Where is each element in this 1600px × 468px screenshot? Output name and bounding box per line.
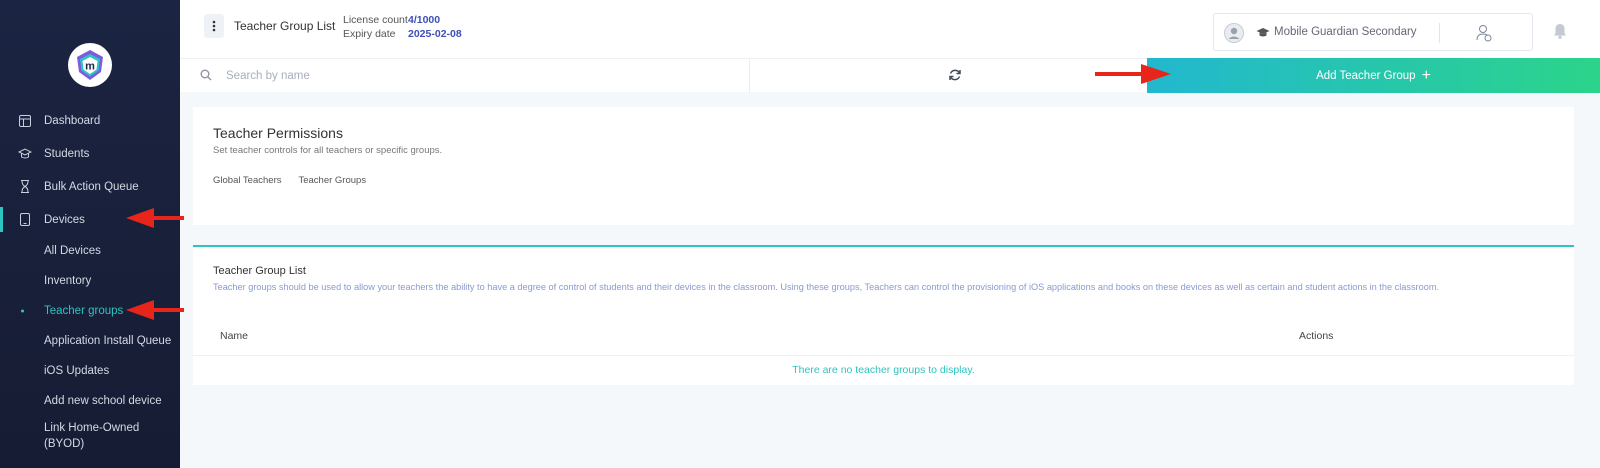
plus-icon: +: [1421, 66, 1431, 84]
action-bar: Add Teacher Group +: [180, 58, 1600, 93]
mobile-guardian-logo[interactable]: m: [68, 43, 112, 87]
sidebar-subitem-label: Add new school device: [44, 395, 162, 407]
sidebar-item-label: Bulk Action Queue: [44, 180, 139, 193]
column-header-actions: Actions: [1299, 330, 1334, 342]
action-bar-divider: [749, 59, 750, 93]
empty-state-message: There are no teacher groups to display.: [792, 364, 975, 376]
license-labels: License count Expiry date: [343, 13, 408, 41]
sidebar-subitem-label: All Devices: [44, 245, 101, 257]
sidebar-subitem-inventory[interactable]: Inventory: [0, 266, 180, 296]
annotation-arrow-icon: [1095, 64, 1171, 84]
sidebar-subitem-label: Teacher groups: [44, 305, 124, 317]
page-title: Teacher Group List: [234, 19, 336, 33]
permissions-description: Set teacher controls for all teachers or…: [213, 145, 443, 156]
sidebar-item-label: Devices: [44, 213, 85, 226]
hourglass-icon: [18, 180, 32, 194]
group-list-title: Teacher Group List: [213, 265, 306, 277]
license-values: 4/1000 2025-02-08: [408, 13, 462, 41]
sidebar-subitem-label: iOS Updates: [44, 365, 110, 377]
active-dot-icon: [21, 309, 24, 313]
permissions-title: Teacher Permissions: [213, 125, 343, 141]
sidebar-subitem-label: Application Install Queue: [44, 335, 172, 347]
tablet-icon: [18, 213, 32, 227]
sidebar-item-students[interactable]: Students: [0, 137, 180, 170]
teacher-permissions-card: Teacher Permissions Set teacher controls…: [193, 107, 1574, 225]
table-header-divider: [193, 355, 1574, 356]
annotation-arrow-icon: [126, 300, 184, 320]
svg-text:m: m: [85, 61, 95, 73]
switch-user-icon[interactable]: [1476, 24, 1492, 42]
add-teacher-group-label: Add Teacher Group: [1316, 69, 1416, 82]
sidebar: m Dashboard Students Bulk Action Queue D…: [0, 0, 180, 468]
graduation-cap-icon: [18, 147, 32, 161]
search-input[interactable]: [226, 65, 726, 87]
school-cap-icon: [1256, 28, 1270, 37]
sidebar-subitem-link-byod[interactable]: Link Home-Owned (BYOD): [0, 416, 180, 456]
more-menu-button[interactable]: [204, 14, 224, 38]
tab-global-teachers[interactable]: Global Teachers: [213, 175, 281, 186]
sidebar-subitem-ios-updates[interactable]: iOS Updates: [0, 356, 180, 386]
add-teacher-group-button[interactable]: Add Teacher Group +: [1147, 58, 1600, 93]
sidebar-subitem-label: Inventory: [44, 275, 92, 287]
tab-teacher-groups[interactable]: Teacher Groups: [298, 175, 366, 186]
search-icon: [200, 69, 212, 81]
expiry-date-label: Expiry date: [343, 28, 396, 40]
sidebar-item-bulk-action-queue[interactable]: Bulk Action Queue: [0, 170, 180, 203]
group-list-description: Teacher groups should be used to allow y…: [213, 282, 1440, 292]
license-count-label: License count: [343, 14, 408, 26]
permissions-tabs: Global Teachers Teacher Groups: [213, 175, 366, 186]
expiry-date-value: 2025-02-08: [408, 28, 462, 40]
dashboard-icon: [18, 114, 32, 128]
sidebar-item-label: Dashboard: [44, 114, 101, 127]
teacher-group-list-card: Teacher Group List Teacher groups should…: [193, 245, 1574, 385]
sidebar-item-label: Students: [44, 147, 90, 160]
school-name: Mobile Guardian Secondary: [1274, 26, 1417, 38]
refresh-icon[interactable]: [948, 68, 962, 82]
sidebar-item-dashboard[interactable]: Dashboard: [0, 104, 180, 137]
notification-bell-icon[interactable]: [1553, 23, 1567, 39]
sidebar-nav: Dashboard Students Bulk Action Queue Dev…: [0, 104, 180, 456]
top-header: Teacher Group List License count Expiry …: [180, 0, 1600, 58]
sidebar-subitem-add-new-school-device[interactable]: Add new school device: [0, 386, 180, 416]
sidebar-subitem-label: Link Home-Owned (BYOD): [44, 422, 140, 450]
license-count-value: 4/1000: [408, 14, 441, 26]
logo-icon: m: [77, 50, 103, 80]
school-box-divider: [1439, 23, 1440, 43]
avatar-icon: [1224, 23, 1244, 43]
sidebar-subitem-all-devices[interactable]: All Devices: [0, 236, 180, 266]
school-selector[interactable]: Mobile Guardian Secondary: [1213, 13, 1533, 51]
column-header-name: Name: [220, 330, 249, 342]
annotation-arrow-icon: [126, 208, 184, 228]
kebab-icon: [212, 20, 216, 32]
sidebar-subitem-application-install-queue[interactable]: Application Install Queue: [0, 326, 180, 356]
